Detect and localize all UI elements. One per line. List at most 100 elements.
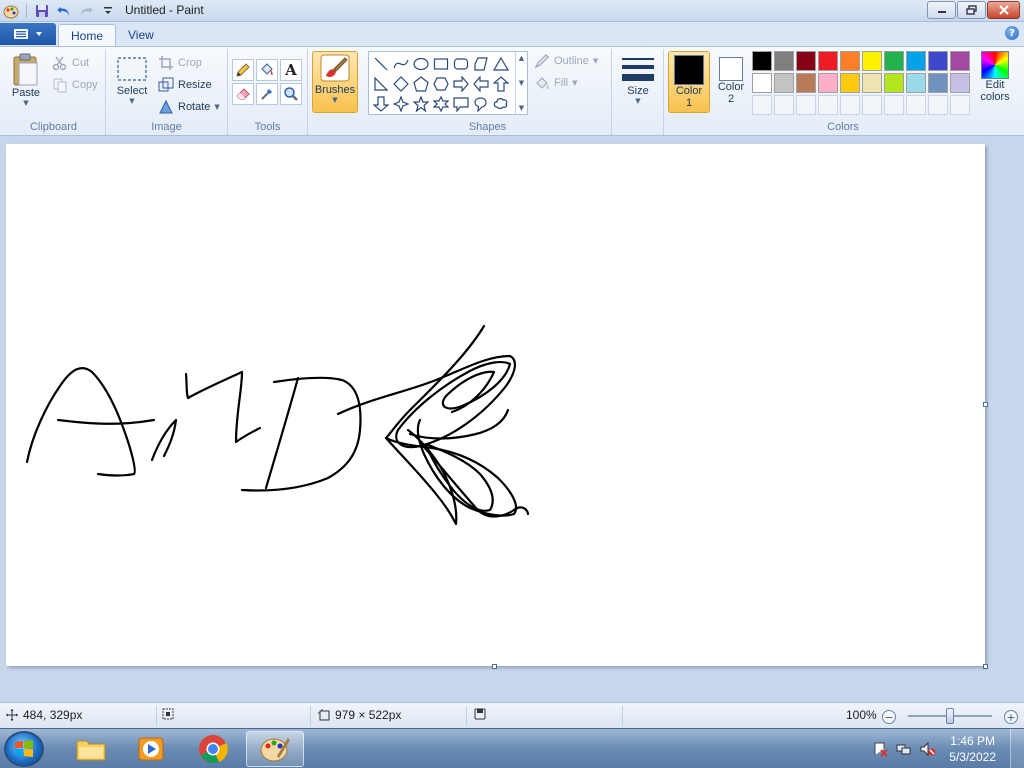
rotate-button[interactable]: Rotate ▼ [158, 97, 220, 117]
undo-icon[interactable] [55, 2, 73, 20]
color-picker-tool[interactable] [256, 83, 278, 105]
right-triangle-icon [374, 76, 389, 91]
freehand-drawing [25, 324, 530, 526]
shape-pentagon[interactable] [411, 74, 431, 94]
shape-up-arrow[interactable] [491, 74, 511, 94]
scroll-down-icon[interactable]: ▼ [519, 79, 524, 87]
shape-down-arrow[interactable] [371, 94, 391, 114]
resize-handle-bottom[interactable] [492, 664, 497, 669]
paint-app-icon[interactable] [2, 2, 20, 20]
action-center-icon[interactable] [872, 741, 888, 757]
fill-tool[interactable] [256, 59, 278, 81]
pencil-tool[interactable] [232, 59, 254, 81]
shape-polygon[interactable] [471, 54, 491, 74]
fill-button[interactable]: Fill ▼ [534, 73, 577, 93]
ribbon-home: Paste ▼ Cut Copy Clipboard Select ▼ Crop… [0, 46, 1024, 136]
scroll-up-icon[interactable]: ▲ [519, 54, 524, 62]
paint-menu-button[interactable] [0, 23, 56, 45]
scissors-icon [52, 56, 67, 71]
zoom-in-button[interactable]: + [1004, 710, 1018, 724]
selection-size [162, 708, 174, 720]
close-button[interactable] [987, 1, 1020, 19]
outline-button[interactable]: Outline ▼ [534, 51, 598, 71]
shapes-gallery: ▲ ▼ ▼ [368, 51, 528, 115]
taskbar-explorer[interactable] [62, 731, 120, 767]
chevron-down-icon[interactable]: ▼ [214, 103, 219, 111]
crop-button[interactable]: Crop [158, 53, 202, 73]
shape-rectangle[interactable] [431, 54, 451, 74]
help-icon[interactable]: ? [1005, 26, 1019, 40]
chrome-icon [199, 735, 228, 764]
shape-five-point-star[interactable] [411, 94, 431, 114]
zoom-slider-thumb[interactable] [946, 708, 954, 724]
start-button[interactable] [4, 731, 44, 767]
quick-access-toolbar [2, 2, 117, 20]
network-icon[interactable] [896, 741, 912, 757]
show-desktop-button[interactable] [1010, 729, 1024, 768]
shape-rounded-rectangle[interactable] [451, 54, 471, 74]
shape-oval[interactable] [411, 54, 431, 74]
shape-right-arrow[interactable] [451, 74, 471, 94]
save-icon[interactable] [33, 2, 51, 20]
chevron-down-icon[interactable]: ▼ [572, 79, 577, 87]
expand-gallery-icon[interactable]: ▼ [519, 104, 524, 112]
shapes-scroll[interactable]: ▲ ▼ ▼ [515, 52, 527, 114]
shape-left-arrow[interactable] [471, 74, 491, 94]
magnifier-tool[interactable] [280, 83, 302, 105]
cut-button[interactable]: Cut [52, 53, 89, 73]
resize-handle-right[interactable] [983, 402, 988, 407]
shape-six-point-star[interactable] [431, 94, 451, 114]
chevron-down-icon[interactable]: ▼ [332, 96, 337, 104]
shape-rect-callout[interactable] [451, 94, 471, 114]
minimize-button[interactable] [927, 1, 956, 19]
paste-button[interactable]: Paste ▼ [6, 53, 46, 107]
cursor-position: 484, 329px [6, 708, 82, 722]
chevron-down-icon[interactable]: ▼ [23, 99, 28, 107]
shape-cloud-callout[interactable] [491, 94, 511, 114]
copy-button[interactable]: Copy [52, 75, 98, 95]
maximize-button[interactable] [957, 1, 986, 19]
four-point-star-icon [393, 96, 409, 112]
zoom-out-button[interactable]: − [882, 710, 896, 724]
volume-muted-icon[interactable] [920, 741, 936, 757]
taskbar-media-player[interactable] [122, 731, 180, 767]
shape-diamond[interactable] [391, 74, 411, 94]
tab-home[interactable]: Home [58, 24, 117, 46]
chevron-down-icon[interactable]: ▼ [593, 57, 598, 65]
shape-line[interactable] [371, 54, 391, 74]
colors-group-label: Colors [827, 121, 859, 133]
text-tool[interactable]: A [280, 59, 302, 81]
size-button[interactable]: Size ▼ [618, 55, 658, 105]
fill-icon [536, 77, 549, 89]
taskbar-paint[interactable] [246, 731, 304, 767]
shape-four-point-star[interactable] [391, 94, 411, 114]
shape-triangle[interactable] [491, 54, 511, 74]
shape-hexagon[interactable] [431, 74, 451, 94]
canvas-size: 979 × 522px [318, 708, 401, 722]
brushes-button[interactable]: Brushes ▼ [312, 51, 358, 113]
chevron-down-icon[interactable]: ▼ [635, 97, 640, 105]
line-icon [374, 57, 388, 71]
cut-label: Cut [72, 57, 90, 69]
shape-oval-callout[interactable] [471, 94, 491, 114]
clock[interactable]: 1:46 PM 5/3/2022 [949, 733, 996, 765]
select-button[interactable]: Select ▼ [112, 55, 152, 105]
redo-icon[interactable] [77, 2, 95, 20]
tab-view[interactable]: View [116, 24, 166, 46]
shape-curve[interactable] [391, 54, 411, 74]
shape-right-triangle[interactable] [371, 74, 391, 94]
copy-label: Copy [72, 79, 98, 91]
taskbar: 1:46 PM 5/3/2022 [0, 728, 1024, 768]
resize-handle-corner[interactable] [983, 664, 988, 669]
eraser-tool[interactable] [232, 83, 254, 105]
drawing-canvas[interactable] [6, 144, 985, 666]
chevron-down-icon[interactable]: ▼ [129, 97, 134, 105]
status-separator [156, 706, 157, 726]
taskbar-chrome[interactable] [184, 731, 242, 767]
resize-button[interactable]: Resize [158, 75, 212, 95]
rectangle-icon [433, 58, 449, 70]
customize-qat-icon[interactable] [99, 2, 117, 20]
oval-icon [413, 57, 429, 71]
clock-date: 5/3/2022 [949, 750, 996, 764]
clipboard-group: Paste ▼ Cut Copy Clipboard [2, 49, 106, 135]
